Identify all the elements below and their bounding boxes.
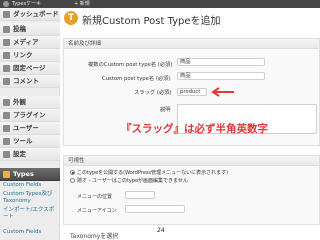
pin-icon xyxy=(3,26,10,33)
wordpress-logo-icon[interactable] xyxy=(3,1,9,7)
slug-label: スラッグ (必須) xyxy=(134,90,172,96)
admin-sidebar: ダッシュボード 投稿 メディア リンク 固定ページ コメント 外観 プラグイン … xyxy=(0,8,60,240)
plural-name-input[interactable]: 商品 xyxy=(177,58,265,66)
sidebar-item-types[interactable]: Types xyxy=(0,168,60,181)
tools-icon xyxy=(3,138,10,145)
menu-icon-input[interactable] xyxy=(125,205,185,213)
singular-name-input[interactable]: 商品 xyxy=(177,72,265,80)
page-number: 24 xyxy=(157,227,165,234)
appearance-icon xyxy=(3,99,10,106)
sidebar-item-pages[interactable]: 固定ページ xyxy=(0,62,60,75)
sidebar-item-label: Types xyxy=(13,170,34,178)
sidebar-item-media[interactable]: メディア xyxy=(0,36,60,49)
sidebar-item-plugins[interactable]: プラグイン xyxy=(0,109,60,122)
sidebar-item-label: コメント xyxy=(13,77,39,85)
sidebar-item-label: ユーザー xyxy=(13,124,39,132)
arrow-left-icon xyxy=(211,87,234,97)
sidebar-item-tools[interactable]: ツール xyxy=(0,135,60,148)
name-details-title: 名前及び詳細 xyxy=(64,39,319,49)
sidebar-item-settings[interactable]: 設定 xyxy=(0,148,60,161)
link-icon xyxy=(3,52,10,59)
menu-position-input[interactable] xyxy=(125,191,155,199)
sidebar-item-label: 外観 xyxy=(13,98,26,106)
description-label: 説明 xyxy=(160,107,171,113)
visibility-box: 可視性 xyxy=(63,155,320,225)
slug-annotation: 『スラッグ』は必ず半角英数字 xyxy=(121,123,268,135)
page-icon xyxy=(3,65,10,72)
submenu-custom-fields-2[interactable]: Custom Fields xyxy=(3,229,59,236)
plugin-icon xyxy=(3,112,10,119)
visibility-public-radio[interactable] xyxy=(70,170,75,175)
admin-bar: Typesケーキ + 新規 xyxy=(0,0,320,8)
sidebar-item-label: リンク xyxy=(13,51,33,59)
sidebar-item-appearance[interactable]: 外観 xyxy=(0,96,60,109)
sidebar-item-links[interactable]: リンク xyxy=(0,49,60,62)
sidebar-item-label: 設定 xyxy=(13,150,26,158)
sidebar-item-comments[interactable]: コメント xyxy=(0,75,60,88)
sidebar-item-users[interactable]: ユーザー xyxy=(0,122,60,135)
new-content-label: 新規 xyxy=(79,1,90,7)
submenu-custom-types-taxonomy[interactable]: Custom Types及び Taxonomy xyxy=(3,191,59,205)
sidebar-item-label: ダッシュボード xyxy=(13,10,59,18)
sidebar-item-label: ツール xyxy=(13,137,33,145)
visibility-hidden-radio[interactable] xyxy=(70,178,75,183)
slug-input[interactable]: product xyxy=(177,88,207,96)
new-content-link[interactable]: + 新規 xyxy=(74,0,90,8)
submenu-import-export[interactable]: インポート/エクスポート xyxy=(3,207,59,221)
sidebar-item-label: プラグイン xyxy=(13,111,46,119)
singular-name-label: Custom post type名 (必須) xyxy=(102,76,171,82)
sidebar-item-label: メディア xyxy=(13,38,39,46)
types-logo-icon: T xyxy=(64,11,78,25)
types-icon xyxy=(3,171,10,178)
sidebar-item-dashboard[interactable]: ダッシュボード xyxy=(0,8,60,21)
page-title: 新規Custom Post Typeを追加 xyxy=(82,16,221,27)
visibility-title: 可視性 xyxy=(64,156,319,166)
sidebar-item-posts[interactable]: 投稿 xyxy=(0,23,60,36)
settings-icon xyxy=(3,151,10,158)
visibility-public-label: このtypeを公開する(WordPress管理メニューないに表示されます) xyxy=(77,170,229,176)
taxonomy-heading: Taxonomyを選択 xyxy=(70,233,119,240)
media-icon xyxy=(3,39,10,46)
dashboard-icon xyxy=(3,11,10,18)
submenu-custom-fields[interactable]: Custom Fields xyxy=(3,182,59,189)
sidebar-item-label: 投稿 xyxy=(13,25,26,33)
sidebar-item-label: 固定ページ xyxy=(13,64,46,72)
comment-icon xyxy=(3,78,10,85)
visibility-hidden-label: 隠す - ユーザーはこのtypeが画面編集できません xyxy=(77,178,188,184)
plural-name-label: 複数のCustom post type名 (必須) xyxy=(88,62,173,68)
site-name-link[interactable]: Typesケーキ xyxy=(12,0,41,8)
menu-icon-label: メニューアイコン xyxy=(77,208,117,214)
menu-position-label: メニューの位置 xyxy=(77,194,113,200)
users-icon xyxy=(3,125,10,132)
